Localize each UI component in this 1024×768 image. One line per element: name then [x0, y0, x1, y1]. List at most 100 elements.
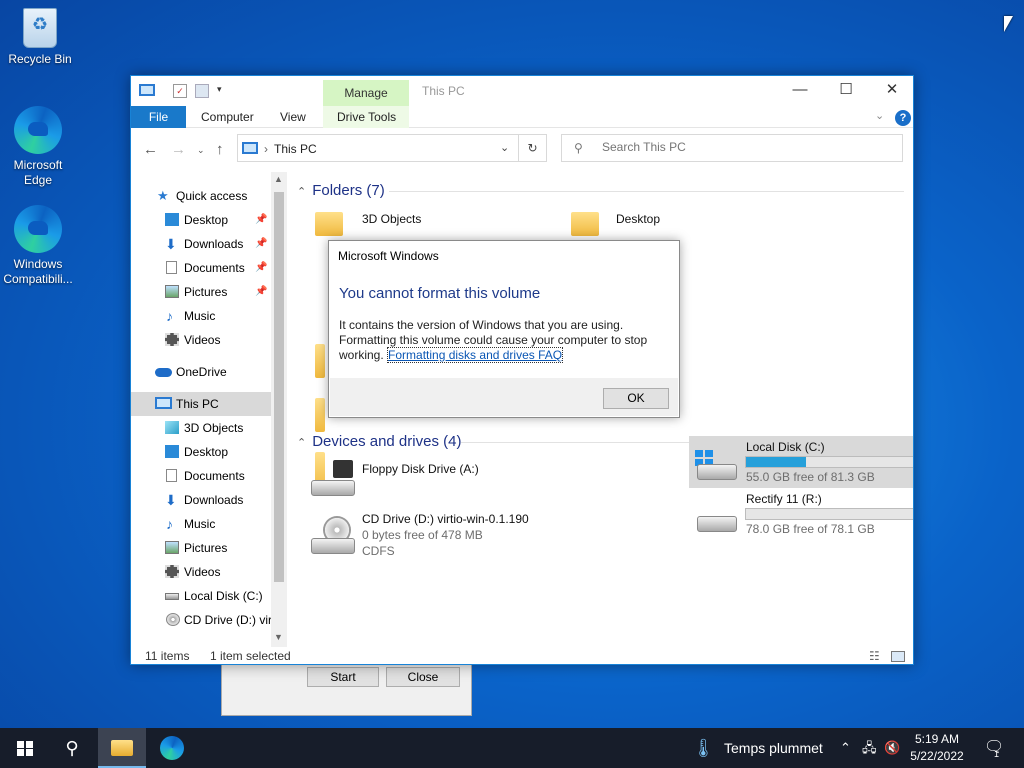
nav-scrollbar[interactable]: ▲ ▼ [271, 172, 287, 647]
file-explorer-taskbar-button[interactable] [98, 728, 146, 768]
drive-item-floppy[interactable]: Floppy Disk Drive (A:) [311, 460, 551, 504]
folders-group-header[interactable]: ⌃ Folders (7) [297, 182, 385, 199]
clock[interactable]: 5:19 AM 5/22/2022 [902, 731, 972, 765]
sidebar-item-pc-desktop[interactable]: Desktop [131, 440, 271, 464]
sidebar-item-cd-drive[interactable]: CD Drive (D:) virt [131, 608, 271, 632]
start-button[interactable] [0, 728, 48, 768]
edge-icon [14, 205, 62, 253]
help-icon[interactable]: ? [895, 110, 911, 126]
devices-group-header[interactable]: ⌃ Devices and drives (4) [297, 433, 461, 450]
sidebar-item-desktop[interactable]: Desktop 📌 [131, 208, 271, 232]
notification-center-icon[interactable]: 🗨 1 [984, 728, 1004, 768]
windows-logo-icon [17, 741, 33, 756]
sidebar-item-quick-access[interactable]: ★ Quick access [131, 184, 271, 208]
sidebar-item-onedrive[interactable]: OneDrive [131, 360, 271, 384]
divider [389, 191, 904, 192]
weather-widget[interactable]: 🌡 Temps plummet [690, 728, 830, 768]
sidebar-item-pictures[interactable]: Pictures 📌 [131, 280, 271, 304]
forward-button[interactable]: → [171, 141, 186, 158]
drive-usage-fill [746, 457, 806, 467]
folder-name: 3D Objects [362, 212, 422, 226]
manage-tab[interactable]: Manage [323, 80, 409, 106]
clock-time: 5:19 AM [914, 732, 960, 746]
music-icon: ♪ [166, 516, 173, 532]
address-bar[interactable]: › This PC ⌄ [237, 134, 519, 162]
sidebar-item-pc-documents[interactable]: Documents [131, 464, 271, 488]
desktop-icon [165, 213, 179, 226]
close-window-button[interactable]: ✕ [869, 76, 915, 106]
ok-button[interactable]: OK [603, 388, 669, 409]
details-view-icon[interactable]: ☷ [869, 649, 880, 663]
desktop-icon-label: Recycle Bin [8, 52, 72, 66]
edge-taskbar-button[interactable] [148, 728, 196, 768]
maximize-button[interactable]: ☐ [823, 76, 869, 106]
scroll-down-icon[interactable]: ▼ [274, 632, 283, 642]
drive-name: Rectify 11 (R:) [746, 492, 822, 506]
sidebar-item-label: Music [184, 517, 216, 531]
item-count: 11 items [145, 649, 190, 663]
properties-icon[interactable]: ✓ [173, 84, 187, 98]
minimize-button[interactable]: — [777, 76, 823, 106]
sidebar-item-pc-videos[interactable]: Videos [131, 560, 271, 584]
search-input[interactable] [602, 140, 882, 154]
music-icon: ♪ [166, 308, 173, 324]
tab-view[interactable]: View [280, 106, 306, 128]
back-button[interactable]: ← [143, 141, 158, 158]
folder-icon [315, 344, 325, 378]
breadcrumb-this-pc[interactable]: This PC [274, 142, 317, 156]
up-button[interactable]: ↑ [216, 141, 224, 158]
refresh-button[interactable]: ↻ [519, 134, 547, 162]
dialog-heading: You cannot format this volume [339, 285, 541, 302]
group-title: Devices and drives (4) [312, 433, 462, 450]
sidebar-item-pc-pictures[interactable]: Pictures [131, 536, 271, 560]
network-icon[interactable]: 🖧 [862, 728, 877, 768]
sidebar-item-videos[interactable]: Videos [131, 328, 271, 352]
tab-file[interactable]: File [131, 106, 186, 128]
drive-item-local-disk[interactable]: Local Disk (C:) 55.0 GB free of 81.3 GB [689, 436, 913, 488]
quick-access-toolbar: ✓ ▾ [137, 82, 237, 100]
sidebar-item-pc-downloads[interactable]: ⬇ Downloads [131, 488, 271, 512]
sidebar-item-label: Documents [184, 261, 245, 275]
pictures-icon [165, 285, 179, 298]
sidebar-item-documents[interactable]: Documents 📌 [131, 256, 271, 280]
window-title: This PC [422, 84, 465, 98]
search-box[interactable]: ⚲ [561, 134, 903, 162]
desktop-icon-edge[interactable]: Microsoft Edge [0, 106, 78, 188]
search-button[interactable]: ⚲ [48, 728, 96, 768]
drive-icon [165, 593, 179, 600]
computer-icon [155, 397, 172, 409]
tab-computer[interactable]: Computer [201, 106, 254, 128]
customize-qat-icon[interactable]: ▾ [217, 84, 231, 98]
drive-icon [311, 480, 355, 496]
start-button[interactable]: Start [307, 667, 379, 687]
pin-icon: 📌 [255, 238, 268, 249]
sidebar-item-music[interactable]: ♪ Music [131, 304, 271, 328]
drive-item-rectify[interactable]: Rectify 11 (R:) 78.0 GB free of 78.1 GB [689, 492, 913, 540]
this-pc-icon [242, 142, 258, 154]
documents-icon [166, 261, 177, 274]
address-bar-row: ← → ⌄ ↑ › This PC ⌄ ↻ ⚲ [131, 132, 913, 166]
desktop-icon-windows-compat[interactable]: Windows Compatibili... [0, 205, 78, 287]
sidebar-item-downloads[interactable]: ⬇ Downloads 📌 [131, 232, 271, 256]
scroll-up-icon[interactable]: ▲ [274, 174, 283, 184]
sidebar-item-this-pc[interactable]: This PC [131, 392, 271, 416]
tab-drive-tools[interactable]: Drive Tools [337, 106, 396, 128]
sidebar-item-local-disk[interactable]: Local Disk (C:) [131, 584, 271, 608]
volume-muted-icon[interactable]: 🔇 [884, 728, 900, 768]
computer-icon[interactable] [139, 84, 155, 96]
close-button[interactable]: Close [386, 667, 460, 687]
desktop-icon-recycle-bin[interactable]: Recycle Bin [0, 8, 80, 67]
desktop-icon-label: Microsoft Edge [13, 158, 63, 187]
large-icons-view-icon[interactable] [891, 651, 905, 662]
scroll-thumb[interactable] [274, 192, 284, 582]
sidebar-item-pc-music[interactable]: ♪ Music [131, 512, 271, 536]
ribbon-expand-icon[interactable]: ⌄ [875, 109, 884, 122]
show-hidden-icons[interactable]: ⌃ [840, 728, 851, 768]
address-dropdown-icon[interactable]: ⌄ [500, 141, 509, 154]
download-icon: ⬇ [165, 492, 177, 508]
new-folder-icon[interactable] [195, 84, 209, 98]
faq-link[interactable]: Formatting disks and drives FAQ [387, 347, 564, 363]
drive-item-cd[interactable]: CD Drive (D:) virtio-win-0.1.190 0 bytes… [311, 512, 571, 568]
recent-locations-icon[interactable]: ⌄ [197, 145, 205, 156]
sidebar-item-3d-objects[interactable]: 3D Objects [131, 416, 271, 440]
